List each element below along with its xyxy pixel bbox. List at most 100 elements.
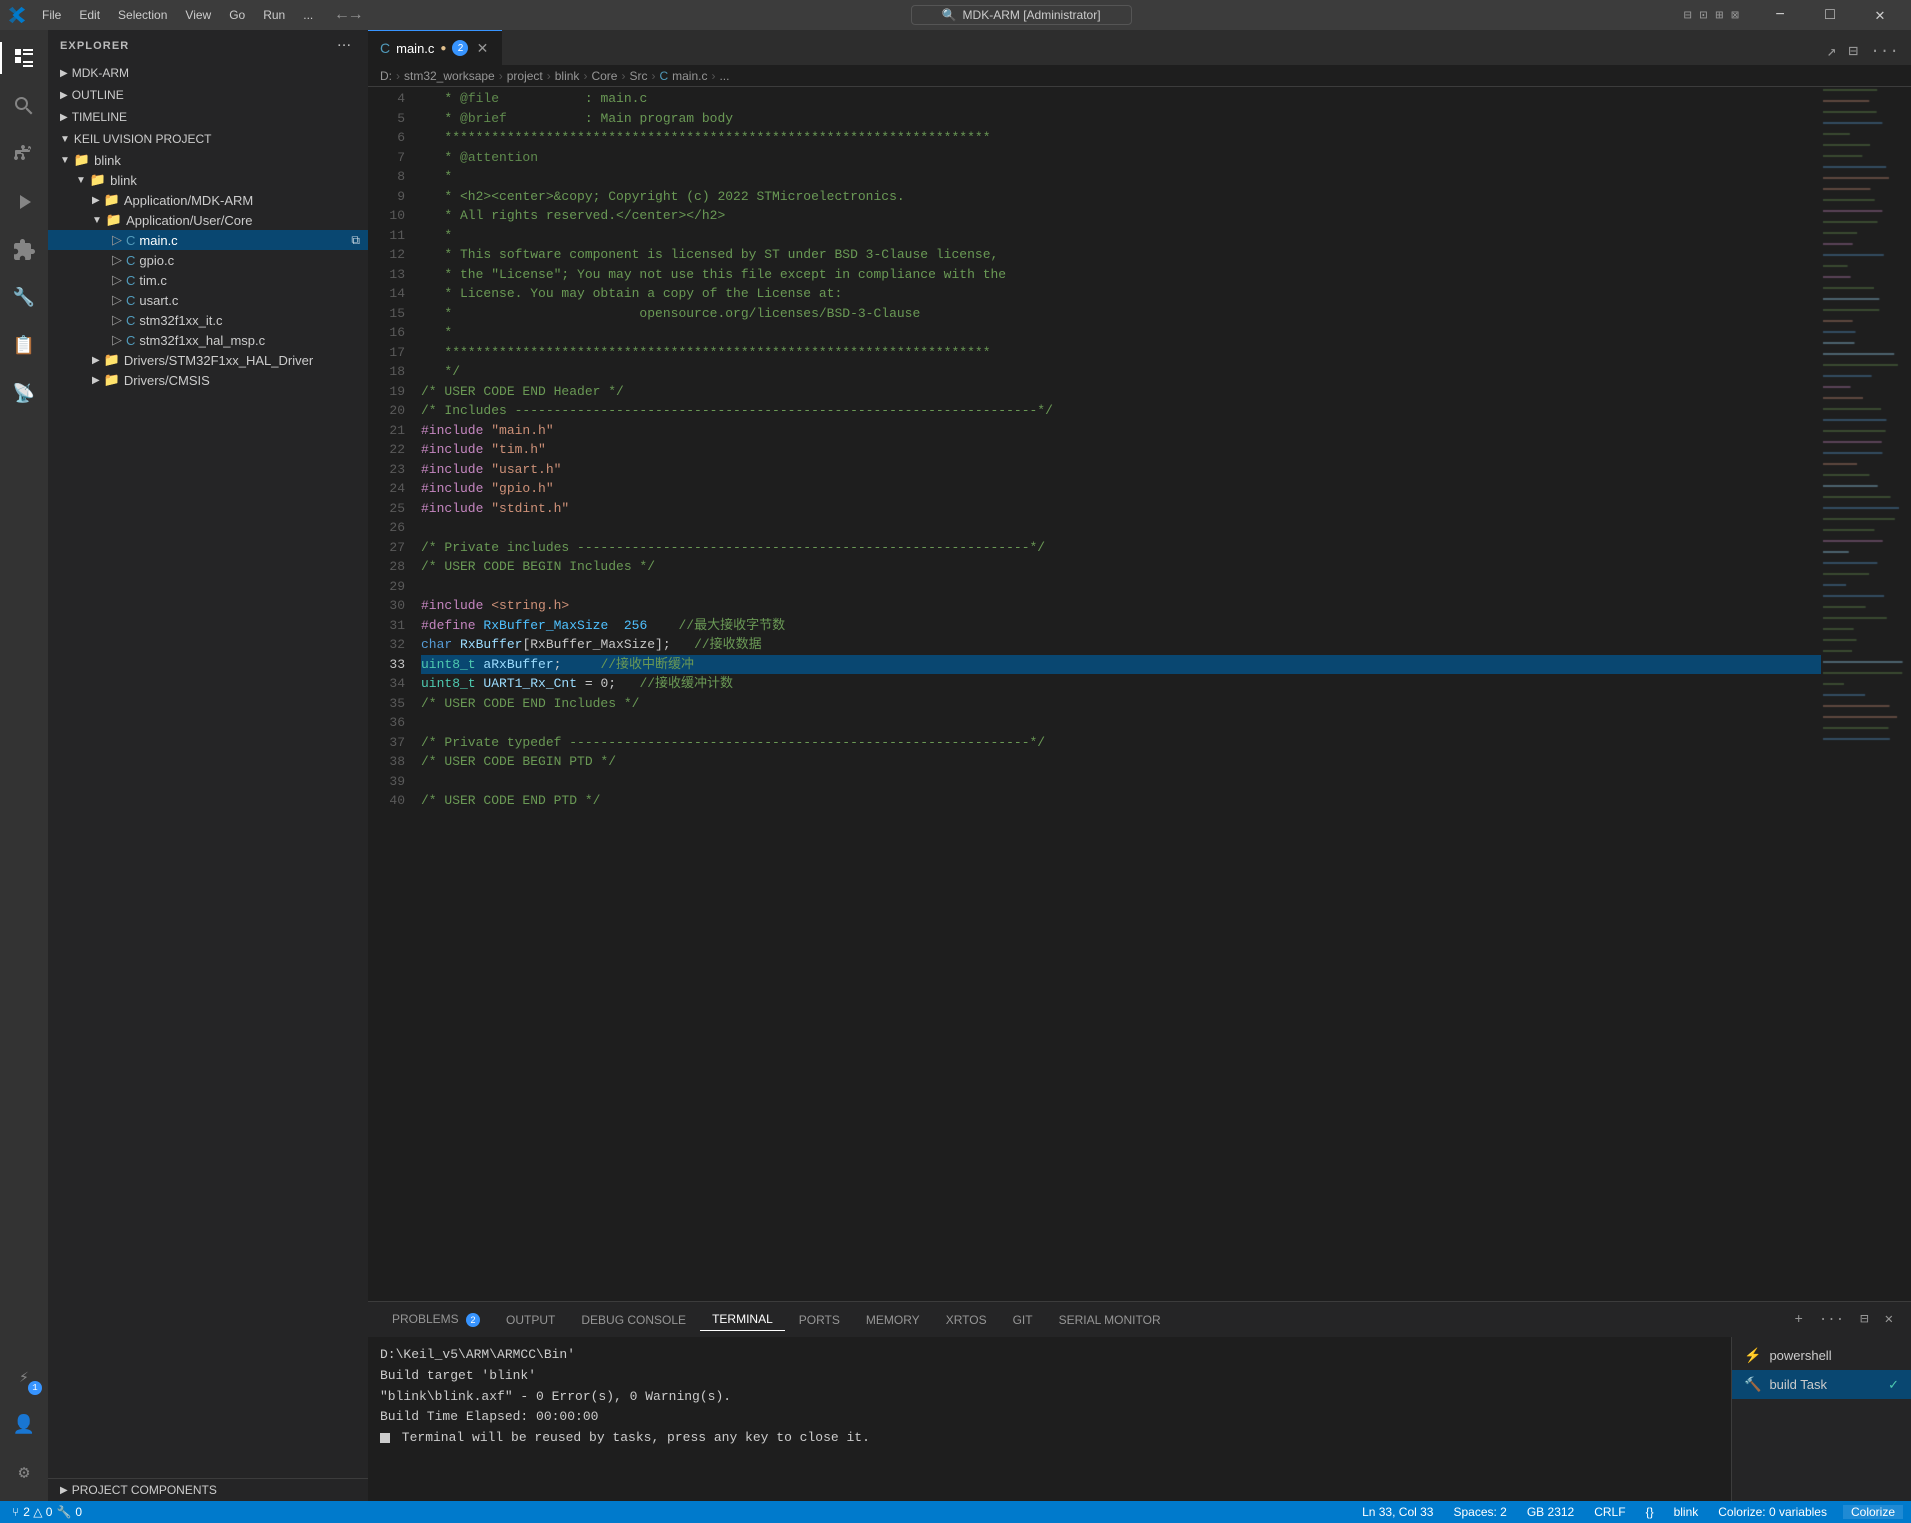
layout-btn-3[interactable]: ⊞ xyxy=(1713,6,1725,25)
tree-blink-child[interactable]: ▼ 📁 blink xyxy=(48,170,368,190)
bc-sep-6: › xyxy=(651,69,655,83)
tab-git[interactable]: GIT xyxy=(1001,1309,1045,1331)
panel-layout-btn[interactable]: ⊟ xyxy=(1854,1309,1874,1330)
activity-accounts[interactable]: 👤 xyxy=(0,1401,48,1449)
copy-icon[interactable]: ⧉ xyxy=(351,233,360,248)
code-line-5: * @brief : Main program body xyxy=(421,109,1821,129)
more-terminal-btn[interactable]: ··· xyxy=(1813,1310,1850,1330)
tree-stm32-hal[interactable]: ▷ C stm32f1xx_hal_msp.c xyxy=(48,330,368,350)
layout-btn-4[interactable]: ⊠ xyxy=(1729,6,1741,25)
bc-filename[interactable]: main.c xyxy=(672,69,707,83)
status-colorize-vars[interactable]: Colorize: 0 variables xyxy=(1714,1505,1831,1519)
activity-remote[interactable]: ⚡ 1 xyxy=(0,1353,48,1401)
chevron-right-icon-pc: ▶ xyxy=(60,1485,68,1496)
tab-xrtos[interactable]: XRTOS xyxy=(934,1309,999,1331)
activity-settings[interactable]: ⚙ xyxy=(0,1449,48,1497)
tree-tim-c[interactable]: ▷ C tim.c xyxy=(48,270,368,290)
file-c-icon-usart: C xyxy=(126,293,135,308)
tree-item-label: stm32f1xx_it.c xyxy=(139,313,222,328)
tree-blink-root[interactable]: ▼ 📁 blink xyxy=(48,150,368,170)
tree-drivers-cmsis[interactable]: ▶ 📁 Drivers/CMSIS xyxy=(48,370,368,390)
tab-modified-badge: ● xyxy=(440,43,446,54)
panel-close-btn[interactable]: ✕ xyxy=(1879,1309,1899,1330)
tab-problems[interactable]: PROBLEMS 2 xyxy=(380,1308,492,1331)
status-spaces[interactable]: Spaces: 2 xyxy=(1449,1505,1510,1519)
status-git[interactable]: ⑂ 2 △ 0 🔧 0 xyxy=(8,1505,86,1519)
section-timeline[interactable]: ▶ TIMELINE xyxy=(48,106,368,128)
activity-scm[interactable] xyxy=(0,130,48,178)
bc-core[interactable]: Core xyxy=(591,69,617,83)
activity-extensions[interactable] xyxy=(0,226,48,274)
status-lang[interactable]: {} xyxy=(1642,1505,1658,1519)
file-icon-it: ▷ xyxy=(112,312,122,328)
status-position[interactable]: Ln 33, Col 33 xyxy=(1358,1505,1437,1519)
status-encoding[interactable]: GB 2312 xyxy=(1523,1505,1578,1519)
layout-btn-1[interactable]: ⊟ xyxy=(1682,6,1694,25)
section-keil-project[interactable]: ▼ KEIL UVISION PROJECT xyxy=(48,128,368,150)
bc-d[interactable]: D: xyxy=(380,69,392,83)
activity-run[interactable] xyxy=(0,178,48,226)
split-editor-btn[interactable]: ⊟ xyxy=(1845,37,1863,65)
panel-right-build-task[interactable]: 🔨 build Task ✓ xyxy=(1732,1370,1911,1399)
status-colorize[interactable]: Colorize xyxy=(1843,1505,1903,1519)
tree-app-user-core[interactable]: ▼ 📁 Application/User/Core xyxy=(48,210,368,230)
tab-terminal[interactable]: TERMINAL xyxy=(700,1308,785,1331)
menu-selection[interactable]: Selection xyxy=(110,6,175,24)
section-project-components[interactable]: ▶ PROJECT COMPONENTS xyxy=(48,1479,368,1501)
tree-stm32-it[interactable]: ▷ C stm32f1xx_it.c xyxy=(48,310,368,330)
tab-output[interactable]: OUTPUT xyxy=(494,1309,567,1331)
add-terminal-btn[interactable]: + xyxy=(1789,1310,1809,1330)
more-actions-btn[interactable]: ··· xyxy=(1866,38,1903,64)
tree-drivers-hal[interactable]: ▶ 📁 Drivers/STM32F1xx_HAL_Driver xyxy=(48,350,368,370)
activity-explorer[interactable] xyxy=(0,34,48,82)
activity-search[interactable] xyxy=(0,82,48,130)
open-editors-btn[interactable]: ↗ xyxy=(1823,37,1841,65)
menu-view[interactable]: View xyxy=(177,6,219,24)
terminal-area[interactable]: D:\Keil_v5\ARM\ARMCC\Bin' Build target '… xyxy=(368,1337,1731,1501)
ln-37: 37 xyxy=(368,733,405,753)
menu-edit[interactable]: Edit xyxy=(71,6,108,24)
status-eol[interactable]: CRLF xyxy=(1590,1505,1629,1519)
bc-ellipsis[interactable]: ... xyxy=(719,69,729,83)
tree-main-c[interactable]: ▷ C main.c ⧉ xyxy=(48,230,368,250)
menu-go[interactable]: Go xyxy=(221,6,253,24)
ln-25: 25 xyxy=(368,499,405,519)
tab-main-c[interactable]: C main.c ● 2 ✕ xyxy=(368,30,502,65)
code-content[interactable]: * @file : main.c * @brief : Main program… xyxy=(413,87,1821,1301)
tab-close-button[interactable]: ✕ xyxy=(474,40,490,56)
back-button[interactable]: ← xyxy=(337,6,347,24)
tab-serial-monitor[interactable]: SERIAL MONITOR xyxy=(1047,1309,1173,1331)
bc-workspace[interactable]: stm32_worksape xyxy=(404,69,495,83)
maximize-button[interactable]: □ xyxy=(1807,0,1853,30)
minimize-button[interactable]: − xyxy=(1757,0,1803,30)
layout-btn-2[interactable]: ⊡ xyxy=(1698,6,1710,25)
breadcrumb: D: › stm32_worksape › project › blink › … xyxy=(368,65,1911,87)
activity-keil[interactable]: 🔧 xyxy=(0,274,48,322)
sidebar-more-btn[interactable]: ··· xyxy=(334,38,356,54)
activity-serial[interactable]: 📡 xyxy=(0,370,48,418)
section-outline[interactable]: ▶ OUTLINE xyxy=(48,84,368,106)
bc-blink[interactable]: blink xyxy=(555,69,580,83)
tree-usart-c[interactable]: ▷ C usart.c xyxy=(48,290,368,310)
ln-30: 30 xyxy=(368,596,405,616)
tree-gpio-c[interactable]: ▷ C gpio.c xyxy=(48,250,368,270)
ln-36: 36 xyxy=(368,713,405,733)
ln-29: 29 xyxy=(368,577,405,597)
tab-memory[interactable]: MEMORY xyxy=(854,1309,932,1331)
menu-more[interactable]: ... xyxy=(295,6,321,24)
bc-project[interactable]: project xyxy=(507,69,543,83)
activity-tasks[interactable]: 📋 xyxy=(0,322,48,370)
tab-ports[interactable]: PORTS xyxy=(787,1309,852,1331)
tree-app-mdk[interactable]: ▶ 📁 Application/MDK-ARM xyxy=(48,190,368,210)
close-button[interactable]: ✕ xyxy=(1857,0,1903,30)
status-target[interactable]: blink xyxy=(1670,1505,1703,1519)
ln-39: 39 xyxy=(368,772,405,792)
tab-debug-console[interactable]: DEBUG CONSOLE xyxy=(569,1309,698,1331)
git-branch-icon: ⑂ xyxy=(12,1505,19,1519)
bc-src[interactable]: Src xyxy=(629,69,647,83)
panel-right-powershell[interactable]: ⚡ powershell xyxy=(1732,1341,1911,1370)
menu-run[interactable]: Run xyxy=(255,6,293,24)
section-mdk-arm[interactable]: ▶ MDK-ARM xyxy=(48,62,368,84)
forward-button[interactable]: → xyxy=(351,6,361,24)
menu-file[interactable]: File xyxy=(34,6,69,24)
